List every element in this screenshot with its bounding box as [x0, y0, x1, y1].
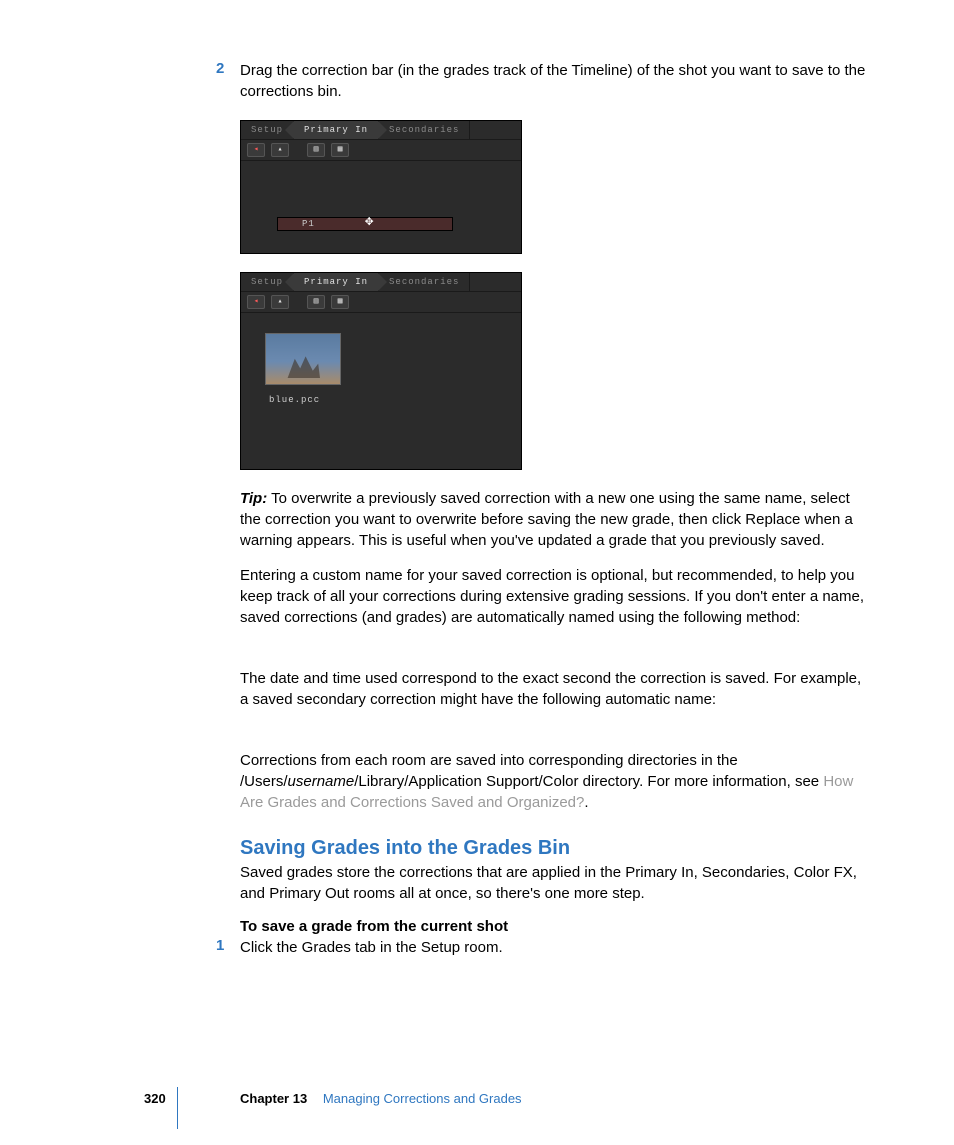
page-footer: 320 Chapter 13 Managing Corrections and … — [0, 1091, 954, 1111]
paragraph-datetime: The date and time used correspond to the… — [240, 668, 870, 710]
tab-secondaries: Secondaries — [379, 121, 470, 139]
toolbar-button-icon: ▥ — [307, 143, 325, 157]
paragraph-naming: Entering a custom name for your saved co… — [240, 565, 870, 628]
tab-label: Primary In — [304, 277, 368, 287]
grade-thumbnail — [265, 333, 341, 385]
footer-chapter: Chapter 13 Managing Corrections and Grad… — [240, 1091, 522, 1106]
toolbar-button-icon: ▦ — [331, 295, 349, 309]
chapter-title: Managing Corrections and Grades — [323, 1091, 522, 1106]
tab-label: Secondaries — [389, 277, 459, 287]
screenshot-tabs: Setup Primary In Secondaries — [241, 121, 521, 139]
path-period: . — [584, 794, 588, 811]
section-heading: Saving Grades into the Grades Bin — [240, 837, 870, 860]
correction-bar-label: P1 — [302, 219, 315, 229]
tip-text: To overwrite a previously saved correcti… — [240, 490, 853, 549]
toolbar-button-icon: ◂ — [247, 143, 265, 157]
paragraph-path: Corrections from each room are saved int… — [240, 750, 870, 813]
toolbar-button-icon: ◂ — [247, 295, 265, 309]
toolbar-button-icon: ▴ — [271, 295, 289, 309]
grade-thumbnail-label: blue.pcc — [265, 395, 521, 405]
tab-secondaries: Secondaries — [379, 273, 470, 291]
screenshot-tabs: Setup Primary In Secondaries — [241, 273, 521, 291]
howto-heading: To save a grade from the current shot — [240, 918, 870, 935]
cursor-icon: ✥ — [365, 213, 373, 230]
step-1: 1 Click the Grades tab in the Setup room… — [240, 937, 870, 958]
screenshot-toolbar: ◂ ▴ ▥ ▦ — [241, 291, 521, 313]
step-number: 2 — [216, 60, 224, 77]
tip-label: Tip: — [240, 490, 267, 507]
tip-paragraph: Tip: To overwrite a previously saved cor… — [240, 488, 870, 551]
screenshot-timeline: Setup Primary In Secondaries ◂ ▴ ▥ ▦ P1 … — [240, 120, 522, 254]
footer-divider — [177, 1087, 178, 1129]
tab-primary-in: Primary In — [294, 121, 379, 139]
tab-label: Primary In — [304, 125, 368, 135]
tab-label: Secondaries — [389, 125, 459, 135]
screenshot-body: P1 ✥ — [241, 161, 521, 253]
toolbar-button-icon: ▥ — [307, 295, 325, 309]
step-number: 1 — [216, 937, 224, 954]
page-number: 320 — [144, 1091, 166, 1106]
toolbar-button-icon: ▦ — [331, 143, 349, 157]
tab-label: Setup — [251, 125, 283, 135]
tab-label: Setup — [251, 277, 283, 287]
step-2: 2 Drag the correction bar (in the grades… — [240, 60, 870, 102]
screenshot-bin: Setup Primary In Secondaries ◂ ▴ ▥ ▦ blu… — [240, 272, 522, 470]
screenshot-body: blue.pcc — [241, 313, 521, 469]
path-text-tail: /Library/Application Support/Color direc… — [354, 773, 823, 790]
step-text: Click the Grades tab in the Setup room. — [240, 939, 503, 956]
section-intro: Saved grades store the corrections that … — [240, 862, 870, 904]
screenshot-toolbar: ◂ ▴ ▥ ▦ — [241, 139, 521, 161]
step-text: Drag the correction bar (in the grades t… — [240, 62, 865, 100]
path-username: username — [288, 773, 355, 790]
tab-primary-in: Primary In — [294, 273, 379, 291]
chapter-label: Chapter 13 — [240, 1091, 307, 1106]
toolbar-button-icon: ▴ — [271, 143, 289, 157]
